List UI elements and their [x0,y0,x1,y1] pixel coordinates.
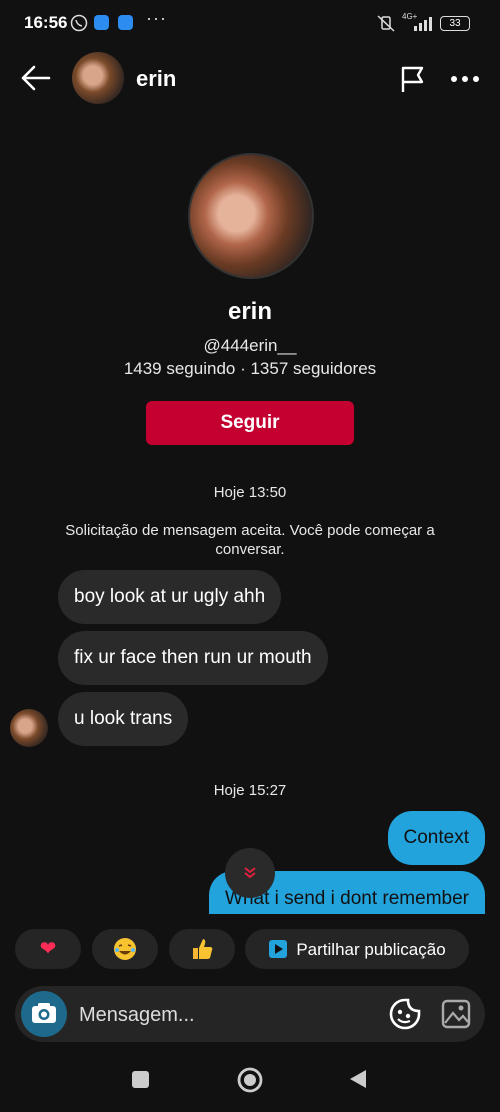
laugh-reaction-button[interactable] [92,929,158,969]
status-bar: 16:56 ··· 4G+ 33 [0,0,500,46]
profile-stats: 1439 seguindo · 1357 seguidores [123,359,377,378]
header-name[interactable]: erin [136,66,176,92]
thumbs-up-icon [193,939,213,959]
timestamp: Hoje 15:27 [213,782,287,799]
incoming-message[interactable]: fix ur face then run ur mouth [58,631,328,685]
system-message: Solicitação de mensagem aceita. Você pod… [65,522,435,558]
scroll-to-bottom-button[interactable] [225,848,275,898]
incoming-message[interactable]: boy look at ur ugly ahh [58,570,282,624]
play-post-icon [269,940,288,958]
battery-icon: 33 [440,16,470,31]
vibrate-off-icon [377,15,395,32]
back-nav-icon[interactable] [348,1068,368,1090]
chat-app-icon [94,15,109,30]
more-notifications-icon: ··· [146,8,167,28]
sticker-icon[interactable] [388,997,422,1031]
profile-name: erin [227,298,272,325]
follow-button[interactable]: Seguir [146,401,354,445]
whatsapp-icon [70,14,88,32]
sender-avatar[interactable] [10,709,48,747]
flag-icon[interactable] [398,64,428,94]
heart-reaction-button[interactable]: ❤ [15,929,81,969]
home-icon[interactable] [236,1066,264,1094]
profile-avatar[interactable] [188,153,314,279]
incoming-message[interactable]: u look trans [58,692,189,746]
share-post-button[interactable]: Partilhar publicação [245,929,469,969]
signal-icon [414,17,432,31]
back-arrow-icon[interactable] [20,64,52,92]
gallery-icon[interactable] [440,998,472,1030]
message-input[interactable] [77,1000,371,1030]
camera-icon [32,1003,56,1023]
timestamp: Hoje 13:50 [213,484,287,501]
chat-app-icon-2 [118,15,133,30]
heart-icon: ❤ [39,938,57,960]
header-avatar[interactable] [72,52,124,104]
status-time: 16:56 [24,13,68,32]
profile-handle: @444erin__ [203,336,297,355]
share-post-label: Partilhar publicação [296,940,446,959]
camera-button[interactable] [21,991,67,1037]
outgoing-message[interactable]: Context [387,811,485,865]
more-options-icon[interactable] [450,74,480,84]
chevron-down-icon [244,867,256,879]
thumbs-up-reaction-button[interactable] [169,929,235,969]
laughing-emoji-icon [114,938,136,960]
recent-apps-icon[interactable] [132,1071,149,1088]
